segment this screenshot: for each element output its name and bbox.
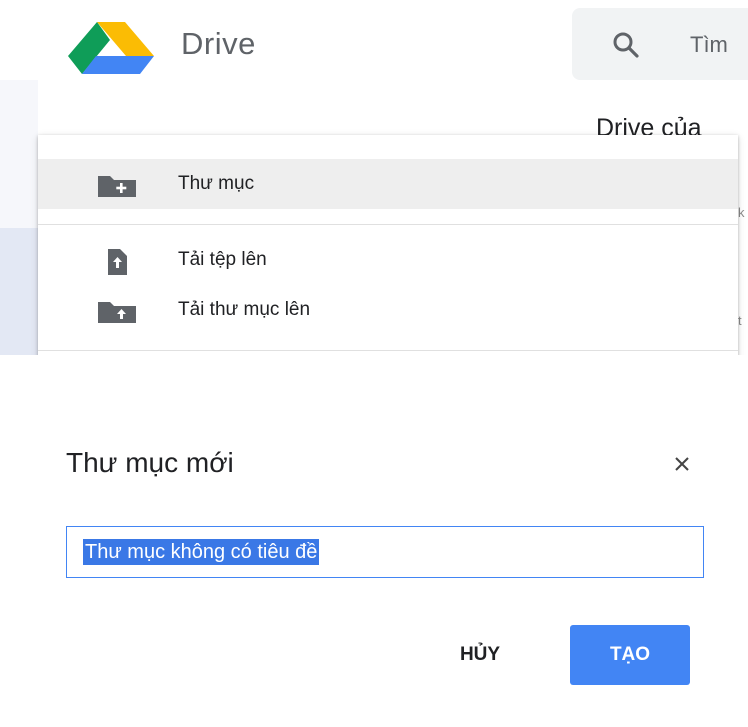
file-upload-icon (108, 249, 127, 275)
menu-divider (38, 224, 738, 225)
folder-upload-icon (98, 302, 136, 323)
menu-item-label: Thư mục (178, 173, 255, 194)
drive-logo-icon (68, 22, 154, 74)
sidebar-strip (0, 80, 38, 355)
menu-item-folder-upload[interactable]: Tải thư mục lên (38, 285, 738, 335)
folder-name-value: Thư mục không có tiêu đề (83, 539, 320, 565)
background-text-fragment: k (738, 205, 745, 220)
app-title: Drive (181, 26, 256, 61)
create-button[interactable]: TẠO (570, 625, 690, 685)
drive-window: Drive Tìm Drive của k t Thư mục Tải tệp … (0, 0, 748, 355)
dialog-title: Thư mục mới (66, 447, 234, 478)
close-icon[interactable] (668, 450, 696, 478)
menu-divider (38, 350, 738, 351)
sidebar-selected-item[interactable] (0, 228, 38, 355)
menu-item-label: Tải tệp lên (178, 249, 267, 270)
new-folder-dialog: Thư mục mới Thư mục không có tiêu đề HỦY… (0, 392, 748, 727)
folder-name-input[interactable]: Thư mục không có tiêu đề (66, 526, 704, 578)
background-text-fragment: t (738, 313, 742, 328)
new-folder-icon (98, 176, 136, 197)
menu-item-new-folder[interactable]: Thư mục (38, 159, 738, 209)
search-icon[interactable] (612, 31, 640, 59)
cancel-button[interactable]: HỦY (440, 625, 520, 685)
new-item-menu: Thư mục Tải tệp lên Tải thư mục lên (38, 135, 738, 355)
menu-item-file-upload[interactable]: Tải tệp lên (38, 235, 738, 285)
menu-item-label: Tải thư mục lên (178, 299, 311, 320)
search-input[interactable]: Tìm (690, 32, 728, 58)
